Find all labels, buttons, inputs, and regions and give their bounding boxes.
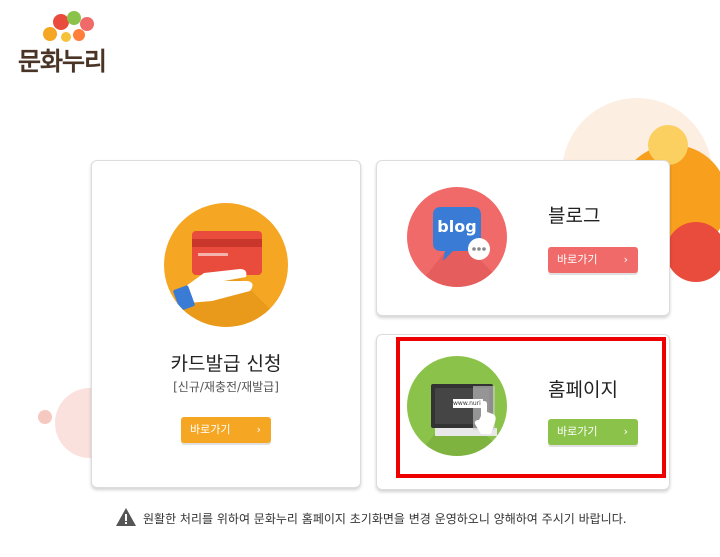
blog-icon-text: blog	[437, 217, 477, 236]
card-blog[interactable]: blog 블로그 바로가기 ›	[376, 160, 670, 316]
card-apply[interactable]: 카드발급 신청 [신규/재충전/재발급] 바로가기 ›	[91, 160, 361, 488]
decor-blob-red	[666, 222, 720, 282]
card-hand-icon	[164, 203, 288, 327]
button-label: 바로가기	[557, 253, 598, 266]
chevron-right-icon: ›	[256, 423, 261, 436]
notice-text: 원활한 처리를 위하여 문화누리 홈페이지 초기화면을 변경 운영하오니 양해하…	[143, 512, 627, 526]
brand-logo[interactable]: 문화누리	[18, 10, 128, 76]
button-label: 바로가기	[190, 423, 231, 436]
apply-go-button[interactable]: 바로가기 ›	[181, 417, 271, 443]
card-apply-subtitle: [신규/재충전/재발급]	[173, 380, 279, 394]
warning-icon	[116, 508, 136, 526]
card-apply-title: 카드발급 신청	[170, 353, 282, 375]
logo-text: 문화누리	[18, 47, 107, 76]
logo-leaf-icon	[43, 11, 94, 42]
chevron-right-icon: ›	[623, 253, 628, 266]
decor-blob-pink-small	[38, 410, 52, 424]
highlight-box	[396, 337, 666, 478]
decor-blob-yellow	[648, 125, 688, 165]
blog-speech-icon: blog	[407, 187, 507, 287]
blog-go-button[interactable]: 바로가기 ›	[548, 247, 638, 273]
card-blog-title: 블로그	[548, 205, 601, 227]
